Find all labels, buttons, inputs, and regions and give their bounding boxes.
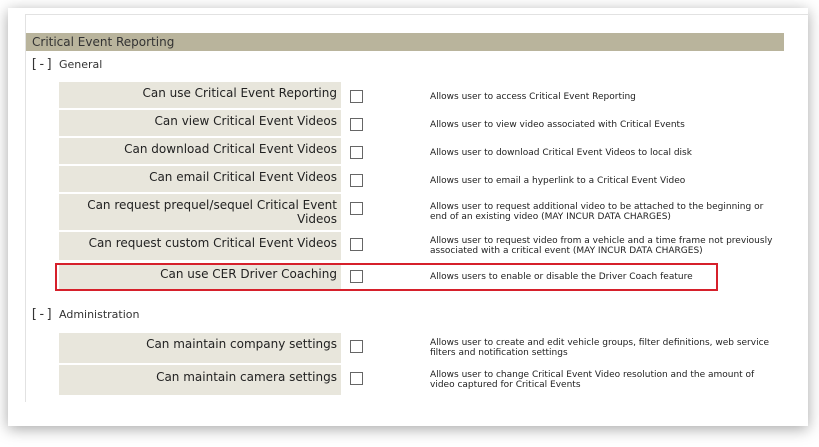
permission-row-download-videos: Can download Critical Event Videos Allow… [59, 138, 779, 164]
permission-description: Allows user to create and edit vehicle g… [430, 338, 770, 358]
permission-checkbox-prequel-sequel[interactable] [350, 202, 363, 215]
permission-row-email-videos: Can email Critical Event Videos Allows u… [59, 166, 779, 192]
frame-left-edge [25, 14, 26, 402]
permission-row-view-videos: Can view Critical Event Videos Allows us… [59, 110, 779, 136]
permission-row-company-settings: Can maintain company settings Allows use… [59, 333, 779, 363]
permission-label: Can download Critical Event Videos [59, 138, 341, 164]
permission-row-prequel-sequel: Can request prequel/sequel Critical Even… [59, 194, 779, 230]
permission-description: Allows user to request video from a vehi… [430, 236, 773, 256]
permission-row-camera-settings: Can maintain camera settings Allows user… [59, 365, 779, 395]
permission-label: Can request custom Critical Event Videos [59, 232, 341, 260]
group-administration-collapse-toggle[interactable]: [-] [30, 307, 53, 322]
permission-label: Can email Critical Event Videos [59, 166, 341, 192]
permission-checkbox-custom-videos[interactable] [350, 238, 363, 251]
section-header: Critical Event Reporting [26, 33, 784, 51]
permission-label: Can use Critical Event Reporting [59, 82, 341, 108]
group-general-title: General [59, 58, 103, 71]
permission-label: Can maintain camera settings [59, 365, 341, 395]
permission-description: Allows user to download Critical Event V… [430, 148, 692, 158]
group-administration-title: Administration [59, 308, 140, 321]
frame-top-edge [25, 14, 810, 15]
permission-checkbox-camera-settings[interactable] [350, 372, 363, 385]
permission-description: Allows user to change Critical Event Vid… [430, 370, 755, 390]
permission-description: Allows user to access Critical Event Rep… [430, 92, 636, 102]
permission-checkbox-email-videos[interactable] [350, 174, 363, 187]
permission-checkbox-company-settings[interactable] [350, 340, 363, 353]
permission-label: Can view Critical Event Videos [59, 110, 341, 136]
permission-description: Allows users to enable or disable the Dr… [430, 272, 693, 282]
permission-description: Allows user to request additional video … [430, 202, 764, 222]
permission-checkbox-view-videos[interactable] [350, 118, 363, 131]
permission-label: Can request prequel/sequel Critical Even… [59, 194, 341, 230]
permission-checkbox-use-cer[interactable] [350, 90, 363, 103]
permission-description: Allows user to view video associated wit… [430, 120, 685, 130]
group-general-collapse-toggle[interactable]: [-] [30, 57, 53, 72]
permission-checkbox-driver-coaching[interactable] [350, 270, 363, 283]
permission-label: Can maintain company settings [59, 333, 341, 363]
permission-description: Allows user to email a hyperlink to a Cr… [430, 176, 686, 186]
permission-label: Can use CER Driver Coaching [59, 265, 341, 289]
permission-row-custom-videos: Can request custom Critical Event Videos… [59, 232, 779, 260]
permission-row-use-cer: Can use Critical Event Reporting Allows … [59, 82, 779, 108]
permission-checkbox-download-videos[interactable] [350, 146, 363, 159]
permission-row-driver-coaching: Can use CER Driver Coaching Allows users… [59, 265, 779, 289]
